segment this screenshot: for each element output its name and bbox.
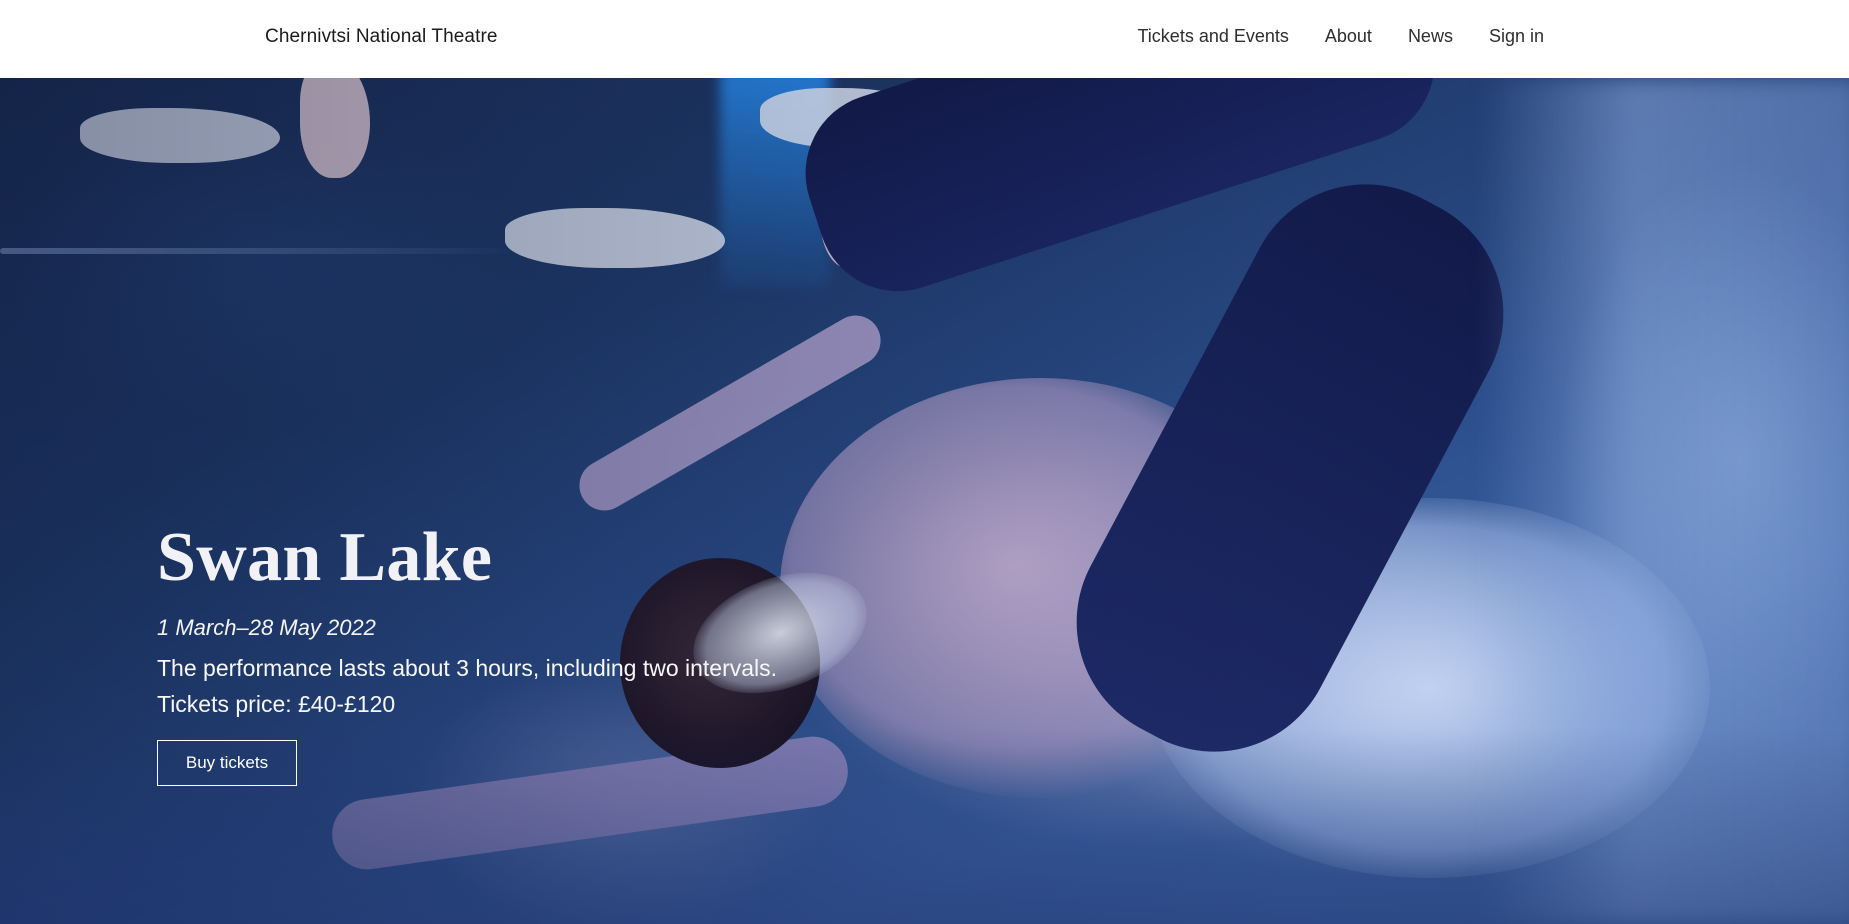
partner-sleeve [784, 78, 1456, 312]
show-title: Swan Lake [157, 519, 493, 596]
image-overlay-shade [0, 78, 1849, 924]
hero-content: Swan Lake 1 March–28 May 2022 The perfor… [157, 523, 777, 786]
nav-link-sign-in[interactable]: Sign in [1489, 26, 1544, 47]
dancer-tutu [1150, 498, 1710, 878]
ballet-shoe [820, 158, 880, 268]
dancer-arm [570, 306, 890, 520]
stage-floor-reflection [0, 248, 520, 254]
show-duration-description: The performance lasts about 3 hours, inc… [157, 655, 778, 681]
nav-link-about[interactable]: About [1325, 26, 1372, 47]
show-dates: 1 March–28 May 2022 [157, 615, 376, 640]
stage-light-glow [720, 78, 830, 288]
ballet-shoe [760, 88, 940, 148]
nav-link-news[interactable]: News [1408, 26, 1453, 47]
brand-logo-link[interactable]: Chernivtsi National Theatre [265, 26, 498, 48]
buy-tickets-button[interactable]: Buy tickets [157, 740, 297, 786]
ballet-shoe [300, 78, 370, 178]
main-navigation: Tickets and Events About News Sign in [1137, 26, 1544, 47]
ticket-price: Tickets price: £40-£120 [157, 691, 396, 717]
ballet-shoe [80, 108, 280, 163]
partner-sleeve [1034, 142, 1546, 794]
ballet-shoe [505, 208, 725, 268]
foreground-blur [1480, 78, 1849, 924]
dancer-figure [780, 378, 1300, 798]
hero-banner: Swan Lake 1 March–28 May 2022 The perfor… [0, 78, 1849, 924]
site-header: Chernivtsi National Theatre Tickets and … [0, 0, 1849, 78]
nav-link-tickets-and-events[interactable]: Tickets and Events [1137, 26, 1288, 47]
